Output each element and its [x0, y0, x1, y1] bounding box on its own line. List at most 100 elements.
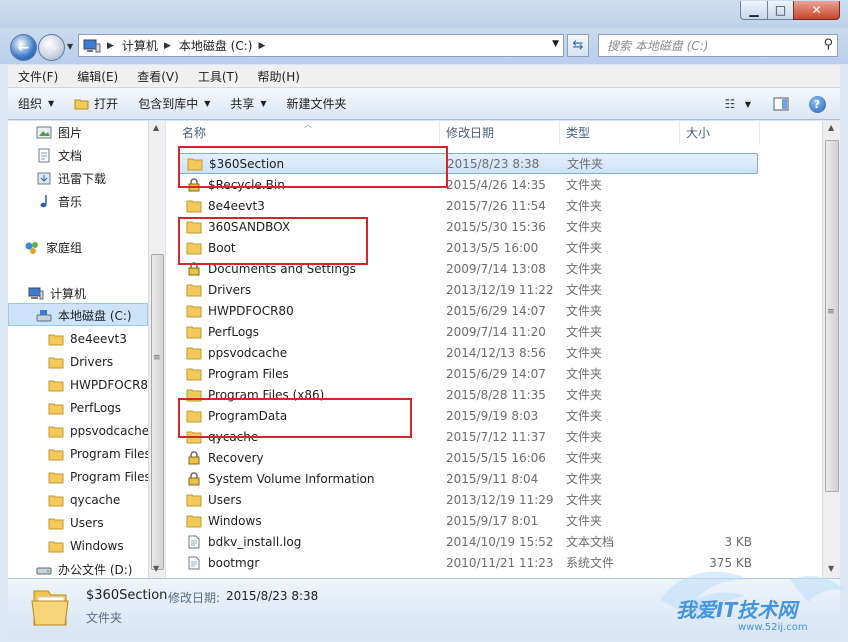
- nav-item-folder[interactable]: PerfLogs: [48, 397, 121, 419]
- locked-folder-icon: [188, 450, 200, 464]
- file-date: 2015/9/11 8:04: [446, 471, 539, 486]
- nav-item-folder[interactable]: Program Files: [48, 443, 148, 465]
- file-row[interactable]: Recovery 2015/5/15 16:06 文件夹: [178, 447, 758, 468]
- nav-item-music[interactable]: 音乐: [36, 190, 82, 212]
- column-label: 名称: [182, 126, 207, 140]
- close-button[interactable]: ✕: [793, 1, 840, 20]
- column-type[interactable]: 类型: [560, 121, 680, 145]
- minimize-button[interactable]: ▁: [740, 1, 768, 20]
- new-folder-button[interactable]: 新建文件夹: [277, 91, 357, 117]
- nav-item-pictures[interactable]: 图片: [36, 121, 82, 143]
- file-name-cell: ppsvodcache: [186, 346, 287, 360]
- include-in-library-button[interactable]: 包含到库中 ▼: [128, 91, 220, 117]
- file-row[interactable]: Program Files 2015/6/29 14:07 文件夹: [178, 363, 758, 384]
- file-name: Drivers: [208, 282, 252, 297]
- nav-item-folder[interactable]: Drivers: [48, 351, 113, 373]
- nav-item-folder[interactable]: Program Files: [48, 466, 148, 488]
- nav-item-computer[interactable]: 计算机: [28, 282, 86, 304]
- scroll-down-icon[interactable]: ▼: [153, 564, 159, 573]
- file-type: 文件夹: [566, 220, 603, 234]
- file-row[interactable]: 8e4eevt3 2015/7/26 11:54 文件夹: [178, 195, 758, 216]
- forward-button[interactable]: →: [38, 34, 65, 61]
- column-label: 类型: [566, 126, 591, 140]
- nav-item-folder[interactable]: 8e4eevt3: [48, 328, 127, 350]
- file-date: 2010/11/21 11:23: [446, 555, 554, 570]
- file-date: 2015/9/19 8:03: [446, 408, 539, 423]
- file-row[interactable]: Windows 2015/9/17 8:01 文件夹: [178, 510, 758, 531]
- command-bar: 组织 ▼ 打开 包含到库中 ▼ 共享 ▼ 新建文件夹 ☷ ▼ ?: [8, 88, 840, 120]
- recent-pages-dropdown[interactable]: ▼: [67, 42, 73, 51]
- file-name: bootmgr: [208, 555, 260, 570]
- menu-edit[interactable]: 编辑(E): [67, 68, 127, 85]
- watermark-url: www.52ij.com: [738, 622, 808, 633]
- nav-label: 8e4eevt3: [70, 332, 127, 346]
- file-row[interactable]: ppsvodcache 2014/12/13 8:56 文件夹: [178, 342, 758, 363]
- nav-label: Windows: [70, 539, 124, 553]
- menu-tools[interactable]: 工具(T): [188, 68, 248, 85]
- view-options-button[interactable]: ☷: [718, 93, 742, 115]
- nav-item-homegroup[interactable]: 家庭组: [24, 236, 82, 258]
- file-row[interactable]: HWPDFOCR80 2015/6/29 14:07 文件夹: [178, 300, 758, 321]
- file-date: 2015/5/15 16:06: [446, 450, 546, 465]
- file-list-scrollbar[interactable]: ▲ ≡ ▼: [822, 121, 840, 578]
- file-date: 2015/6/29 14:07: [446, 366, 546, 381]
- nav-item-office-d[interactable]: 办公文件 (D:): [36, 558, 132, 578]
- search-icon[interactable]: ⚲: [823, 37, 833, 52]
- refresh-button[interactable]: ⇆: [567, 34, 589, 57]
- address-bar[interactable]: ▶ 计算机 ▶ 本地磁盘 (C:) ▶ ▼: [78, 34, 564, 57]
- close-icon: ✕: [811, 3, 822, 17]
- menu-file[interactable]: 文件(F): [8, 68, 67, 85]
- open-button[interactable]: 打开: [64, 91, 128, 117]
- drive-icon: [36, 309, 52, 321]
- help-button[interactable]: ?: [806, 93, 828, 115]
- nav-item-folder[interactable]: Windows: [48, 535, 124, 557]
- folder-icon: [186, 326, 202, 338]
- menu-help[interactable]: 帮助(H): [248, 68, 309, 85]
- file-name: System Volume Information: [208, 471, 375, 486]
- nav-item-documents[interactable]: 文档: [36, 144, 82, 166]
- file-date: 2015/8/23 8:38: [447, 156, 540, 171]
- nav-pane-scrollbar[interactable]: ▲ ≡ ▼: [148, 121, 165, 578]
- menu-view[interactable]: 查看(V): [127, 68, 188, 85]
- scroll-up-icon[interactable]: ▲: [153, 123, 159, 132]
- breadcrumb-drive-c[interactable]: ▶ 本地磁盘 (C:): [164, 37, 253, 54]
- nav-item-folder[interactable]: HWPDFOCR80: [48, 374, 148, 396]
- column-size[interactable]: 大小: [680, 121, 760, 145]
- file-row[interactable]: bdkv_install.log 2014/10/19 15:52 文本文档 3 KB: [178, 531, 758, 552]
- nav-label: 文档: [58, 148, 83, 163]
- file-icon: [188, 535, 200, 548]
- organize-button[interactable]: 组织 ▼: [8, 91, 64, 117]
- nav-scroll-thumb[interactable]: [151, 254, 164, 570]
- scroll-up-icon[interactable]: ▲: [828, 123, 834, 132]
- search-input[interactable]: 搜索 本地磁盘 (C:) ⚲: [598, 34, 838, 57]
- file-row[interactable]: Users 2013/12/19 11:29 文件夹: [178, 489, 758, 510]
- maximize-button[interactable]: □: [767, 1, 794, 20]
- column-label: 修改日期: [446, 126, 495, 140]
- file-row[interactable]: Drivers 2013/12/19 11:22 文件夹: [178, 279, 758, 300]
- sort-ascending-icon: ︿: [304, 121, 312, 129]
- nav-item-folder[interactable]: Users: [48, 512, 104, 534]
- nav-item-folder[interactable]: qycache: [48, 489, 120, 511]
- nav-label: PerfLogs: [70, 401, 122, 415]
- details-modified-label: 修改日期:: [168, 591, 221, 605]
- file-row[interactable]: System Volume Information 2015/9/11 8:04 文…: [178, 468, 758, 489]
- preview-pane-button[interactable]: [770, 93, 792, 115]
- dropdown-arrow-icon: ▼: [48, 99, 55, 108]
- breadcrumb-next[interactable]: ▶: [258, 41, 273, 51]
- nav-item-folder[interactable]: ppsvodcache: [48, 420, 148, 442]
- breadcrumb-computer[interactable]: ▶ 计算机: [107, 37, 158, 54]
- address-row: ← → ▼ ▶ 计算机 ▶ 本地磁盘 (C:) ▶ ▼ ⇆ 搜索 本地磁盘 (C:)…: [0, 28, 848, 64]
- file-row[interactable]: PerfLogs 2009/7/14 11:20 文件夹: [178, 321, 758, 342]
- address-dropdown-icon[interactable]: ▼: [552, 39, 559, 49]
- file-type: 文件夹: [566, 514, 603, 528]
- file-name: bdkv_install.log: [208, 534, 302, 549]
- nav-label: 迅雷下载: [58, 171, 107, 186]
- view-dropdown-button[interactable]: ▼: [742, 93, 754, 115]
- column-date[interactable]: 修改日期: [440, 121, 560, 145]
- file-type: 文件夹: [566, 472, 603, 486]
- back-button[interactable]: ←: [10, 34, 37, 61]
- nav-item-xunlei-downloads[interactable]: 迅雷下载: [36, 167, 106, 189]
- share-button[interactable]: 共享 ▼: [220, 91, 276, 117]
- folder-icon: [48, 403, 64, 414]
- nav-item-local-disk-c[interactable]: 本地磁盘 (C:): [36, 304, 132, 326]
